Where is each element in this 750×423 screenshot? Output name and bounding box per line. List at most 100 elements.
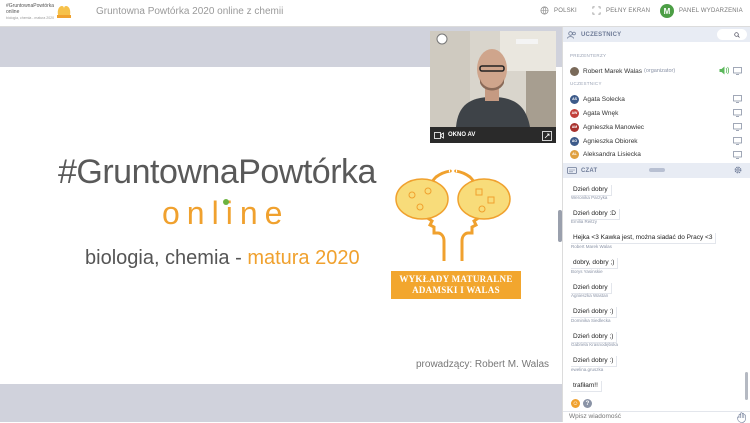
video-bar: OKNO AV (430, 127, 556, 143)
help-icon[interactable]: ? (583, 399, 592, 408)
fullscreen-icon (592, 6, 601, 15)
chat-message: ewelina.gruszka trafiłam!! (571, 367, 603, 392)
brain-heads-icon (395, 169, 511, 261)
message-author: Agnieszka Wastan (571, 293, 609, 298)
users-icon (567, 30, 576, 39)
speaker-icon (719, 66, 729, 75)
language-button[interactable]: POLSKI (540, 6, 577, 15)
chat-icon (567, 166, 577, 174)
chat-message: Dzień dobry (571, 178, 612, 196)
participant-avatar: AO (570, 136, 579, 146)
message-text: dobry, dobry ;) (571, 258, 619, 269)
message-author: ewelina.gruszka (571, 367, 604, 372)
message-author: Borys Yasinskie (571, 269, 603, 274)
slide-footer: prowadzący: Robert M. Walas (416, 359, 550, 370)
chat-title: CZAT (581, 167, 598, 174)
message-author: Gabriela Krasnodębska (571, 342, 619, 347)
presenter-video-icon (430, 31, 556, 127)
participant-item[interactable]: AS Agata Solecka (570, 93, 746, 105)
slide-subtitle: biologia, chemia - matura 2020 (85, 247, 360, 270)
participant-avatar: AL (570, 149, 579, 159)
participants-label: UCZESTNICY (570, 81, 602, 86)
chat-header[interactable]: CZAT (563, 163, 750, 178)
chat-messages: Dzień dobry Weronika Parzyka Dzień dobry… (563, 178, 750, 400)
message-text: Dzień dobry :) (571, 307, 618, 318)
app-title: Gruntowna Powtórka 2020 online z chemii (96, 6, 284, 17)
screen-icon (733, 67, 742, 75)
video-label: OKNO AV (448, 132, 476, 138)
expand-icon[interactable] (542, 131, 552, 141)
fullscreen-button[interactable]: PEŁNY EKRAN (592, 6, 650, 15)
logo-text: #GruntownaPowtórka online biologia, chem… (6, 3, 56, 21)
screen-icon (733, 151, 742, 159)
video-window[interactable]: OKNO AV (430, 31, 556, 143)
participant-avatar: AS (570, 94, 579, 104)
top-bar: #GruntownaPowtórka online biologia, chem… (0, 0, 750, 27)
message-text: Dzień dobry :) (571, 356, 618, 367)
screen-icon (733, 123, 742, 131)
chat-message: Dominika Siedlecka Dzień dobry ;) (571, 318, 618, 343)
online-dot (223, 199, 229, 205)
slide-online: online (162, 195, 289, 232)
message-author: Robert Marek Walas (571, 244, 612, 249)
message-text: trafiłam!! (571, 381, 602, 392)
chat-input[interactable] (569, 413, 719, 420)
presenter-role: (organizator) (644, 68, 676, 74)
logo-subtitle: biologia, chemia - matura 2020 (6, 16, 55, 20)
logo-title: #GruntownaPowtórka online (6, 3, 55, 15)
chat-message: Borys Yasinskie Dzień dobry (571, 269, 612, 294)
message-author: Dominika Siedlecka (571, 318, 611, 323)
event-panel-button[interactable]: M PANEL WYDARZENIA (660, 4, 743, 18)
fullscreen-label: PEŁNY EKRAN (606, 7, 651, 14)
screen-icon (733, 95, 742, 103)
language-label: POLSKI (554, 7, 577, 14)
chat-input-area (563, 411, 750, 423)
sidebar: UCZESTNICY PREZENTERZY Robert Marek Wala… (562, 27, 750, 423)
chat-message: Agnieszka Wastan Dzień dobry :) (571, 293, 618, 318)
presenter-item[interactable]: Robert Marek Walas (organizator) (570, 65, 746, 77)
emoji-icon[interactable]: ☺ (571, 399, 580, 408)
presenter-avatar (570, 66, 579, 76)
message-text: Hejka <3 Kawka jest, można siadać do Pra… (571, 233, 717, 244)
participants-header[interactable]: UCZESTNICY (563, 27, 750, 42)
presenter-name: Robert Marek Walas (583, 67, 642, 75)
slide-subtitle-accent: matura 2020 (247, 247, 360, 269)
chat-message: Emilia Reitzy Hejka <3 Kawka jest, można… (571, 219, 717, 244)
globe-icon (540, 6, 549, 15)
screen-icon (733, 137, 742, 145)
participant-name: Aleksandra Lisiecka (583, 150, 641, 158)
participant-name: Agata Wnęk (583, 109, 619, 117)
stage-scrollbar[interactable] (558, 210, 562, 242)
participants-title: UCZESTNICY (581, 31, 622, 38)
search-icon (734, 31, 740, 38)
raise-hand-icon[interactable] (737, 412, 747, 423)
participant-name: Agnieszka Obiorek (583, 137, 638, 145)
participant-name: Agata Solecka (583, 95, 625, 103)
screen-icon (733, 109, 742, 117)
participant-item[interactable]: AL Aleksandra Lisiecka (570, 149, 746, 159)
slide-subtitle-main: biologia, chemia - (85, 247, 248, 269)
event-panel-label: PANEL WYDARZENIA (679, 8, 743, 14)
chat-scrollbar[interactable] (745, 372, 748, 400)
chat-tools: ☺ ? (571, 399, 595, 408)
participant-item[interactable]: AO Agnieszka Obiorek (570, 135, 746, 147)
banner-line-2: ADAMSKI I WALAS (412, 285, 500, 295)
camera-icon (434, 131, 444, 139)
gear-icon[interactable] (733, 165, 743, 175)
banner-line-1: WYKŁADY MATURALNE (399, 274, 513, 284)
user-avatar: M (660, 4, 674, 18)
participant-item[interactable]: AM Agnieszka Manowiec (570, 121, 746, 133)
resize-handle[interactable] (649, 168, 665, 172)
participant-item[interactable]: AW Agata Wnęk (570, 107, 746, 119)
chat-message: Weronika Parzyka Dzień dobry :D (571, 195, 620, 220)
message-author: Weronika Parzyka (571, 195, 608, 200)
slide-hashtag: #GruntownaPowtórka (58, 153, 376, 191)
participant-name: Agnieszka Manowiec (583, 123, 645, 131)
chat-message: Gabriela Krasnodębska Dzień dobry :) (571, 342, 618, 367)
presenters-label: PREZENTERZY (570, 53, 607, 58)
participant-avatar: AM (570, 122, 579, 132)
participants-search[interactable] (717, 29, 747, 40)
slide-banner: WYKŁADY MATURALNE ADAMSKI I WALAS (391, 271, 521, 299)
chat-message: Robert Marek Walas dobry, dobry ;) (571, 244, 619, 269)
heads-logo-icon (56, 4, 72, 18)
